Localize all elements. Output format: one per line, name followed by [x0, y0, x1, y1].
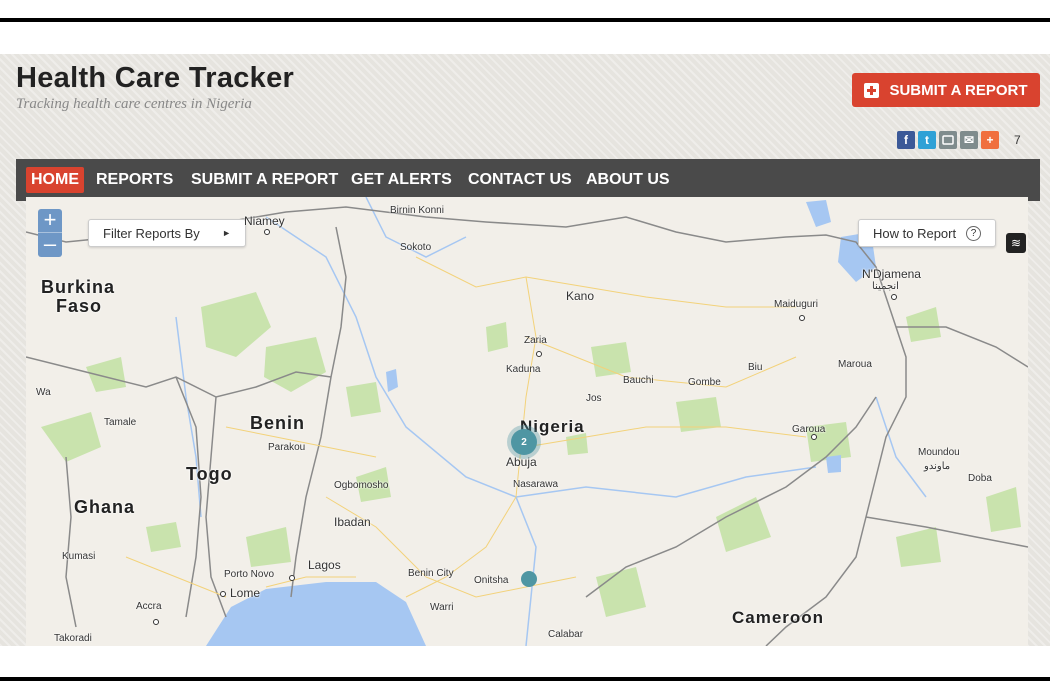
report-cluster-marker[interactable]: 2: [511, 429, 537, 455]
nav-about-us[interactable]: ABOUT US: [581, 167, 675, 193]
nav-reports[interactable]: REPORTS: [91, 167, 178, 193]
nav-home[interactable]: HOME: [26, 167, 84, 193]
frame-rule-bottom: [0, 677, 1050, 681]
map-label-kano: Kano: [566, 289, 595, 303]
report-marker[interactable]: [521, 571, 537, 587]
map-label-nasarawa: Nasarawa: [513, 479, 559, 490]
map-label-togo: Togo: [186, 464, 233, 484]
zoom-in-button[interactable]: +: [38, 209, 62, 233]
map-label-garoua: Garoua: [792, 424, 826, 435]
map-label-jos: Jos: [586, 393, 602, 404]
map-label-warri: Warri: [430, 602, 454, 613]
map-label-niamey: Niamey: [244, 214, 285, 228]
map-label-parakou: Parakou: [268, 442, 306, 453]
map-label-ndjamena: N'Djamena: [862, 267, 921, 281]
map-label-lagos: Lagos: [308, 558, 341, 572]
filter-reports-label: Filter Reports By: [103, 225, 200, 241]
city-dot: [289, 575, 295, 581]
map-label-lome: Lome: [230, 586, 261, 600]
twitter-icon[interactable]: t: [918, 131, 936, 149]
map-label-ndjamena-arabic: انجمينا: [872, 281, 899, 292]
site-title[interactable]: Health Care Tracker: [16, 62, 294, 95]
map-label-benin: Benin: [250, 413, 306, 433]
map-label-kumasi: Kumasi: [62, 551, 96, 562]
email-icon[interactable]: ✉: [960, 131, 978, 149]
map-label-maiduguri: Maiduguri: [774, 299, 818, 310]
submit-report-label: SUBMIT A REPORT: [889, 81, 1028, 99]
map-label-biu: Biu: [748, 362, 763, 373]
zoom-out-button[interactable]: –: [38, 233, 62, 257]
map-label-porto-novo: Porto Novo: [224, 569, 275, 580]
map-label-kaduna: Kaduna: [506, 364, 541, 375]
city-dot: [220, 591, 226, 597]
map-label-wa: Wa: [36, 387, 51, 398]
map-label-bauchi: Bauchi: [623, 375, 654, 386]
city-dot: [799, 315, 805, 321]
how-to-report-label: How to Report: [873, 225, 957, 241]
map-label-onitsha: Onitsha: [474, 575, 509, 586]
map-label-doba: Doba: [968, 473, 992, 484]
zoom-control: + –: [38, 209, 62, 257]
map-label-moundou: Moundou: [918, 447, 960, 458]
map-label-abuja: Abuja: [506, 455, 537, 469]
frame-bottom: [0, 646, 1050, 700]
site-container: Health Care Tracker Tracking health care…: [0, 54, 1050, 646]
map-label-cameroon: Cameroon: [732, 608, 825, 627]
map-label-zaria: Zaria: [524, 335, 547, 346]
submit-report-button[interactable]: SUBMIT A REPORT: [852, 73, 1040, 107]
share-icon[interactable]: [939, 131, 957, 149]
city-dot: [536, 351, 542, 357]
share-count: 7: [1014, 133, 1021, 147]
map-label-sokoto: Sokoto: [400, 242, 432, 253]
site-tagline: Tracking health care centres in Nigeria: [16, 96, 252, 112]
map[interactable]: + – Filter Reports By ► How to Report ? …: [26, 197, 1028, 646]
chevron-right-icon: ►: [222, 228, 231, 238]
map-label-ibadan: Ibadan: [334, 515, 371, 529]
map-label-gombe: Gombe: [688, 377, 721, 388]
frame-top: [0, 0, 1050, 54]
map-label-moundou-arabic: ماوندو: [924, 461, 951, 472]
map-label-calabar: Calabar: [548, 629, 584, 640]
nav-submit-report[interactable]: SUBMIT A REPORT: [186, 167, 343, 193]
share-bar: f t ✉ + 7: [897, 131, 1021, 149]
frame-rule-top: [0, 18, 1050, 22]
help-icon: ?: [966, 225, 981, 241]
city-dot: [264, 229, 270, 235]
map-label-benin-city: Benin City: [408, 568, 454, 579]
facebook-icon[interactable]: f: [897, 131, 915, 149]
city-dot: [153, 619, 159, 625]
main-nav: HOME REPORTS SUBMIT A REPORT GET ALERTS …: [16, 159, 1040, 201]
map-label-ogbomosho: Ogbomosho: [334, 480, 389, 491]
filter-reports-button[interactable]: Filter Reports By ►: [88, 219, 246, 247]
map-label-ghana: Ghana: [74, 497, 136, 517]
map-label-accra: Accra: [136, 601, 162, 612]
nav-get-alerts[interactable]: GET ALERTS: [346, 167, 457, 193]
map-label-tamale: Tamale: [104, 417, 137, 428]
how-to-report-button[interactable]: How to Report ?: [858, 219, 996, 247]
map-label-birnin-konni: Birnin Konni: [390, 205, 444, 216]
map-label-faso: Faso: [56, 296, 103, 316]
plus-icon: [864, 82, 880, 98]
layers-icon[interactable]: ≋: [1006, 233, 1026, 253]
city-dot: [891, 294, 897, 300]
map-label-maroua: Maroua: [838, 359, 872, 370]
more-share-icon[interactable]: +: [981, 131, 999, 149]
map-label-takoradi: Takoradi: [54, 633, 92, 644]
nav-contact-us[interactable]: CONTACT US: [463, 167, 577, 193]
map-label-burkina: Burkina: [41, 277, 116, 297]
